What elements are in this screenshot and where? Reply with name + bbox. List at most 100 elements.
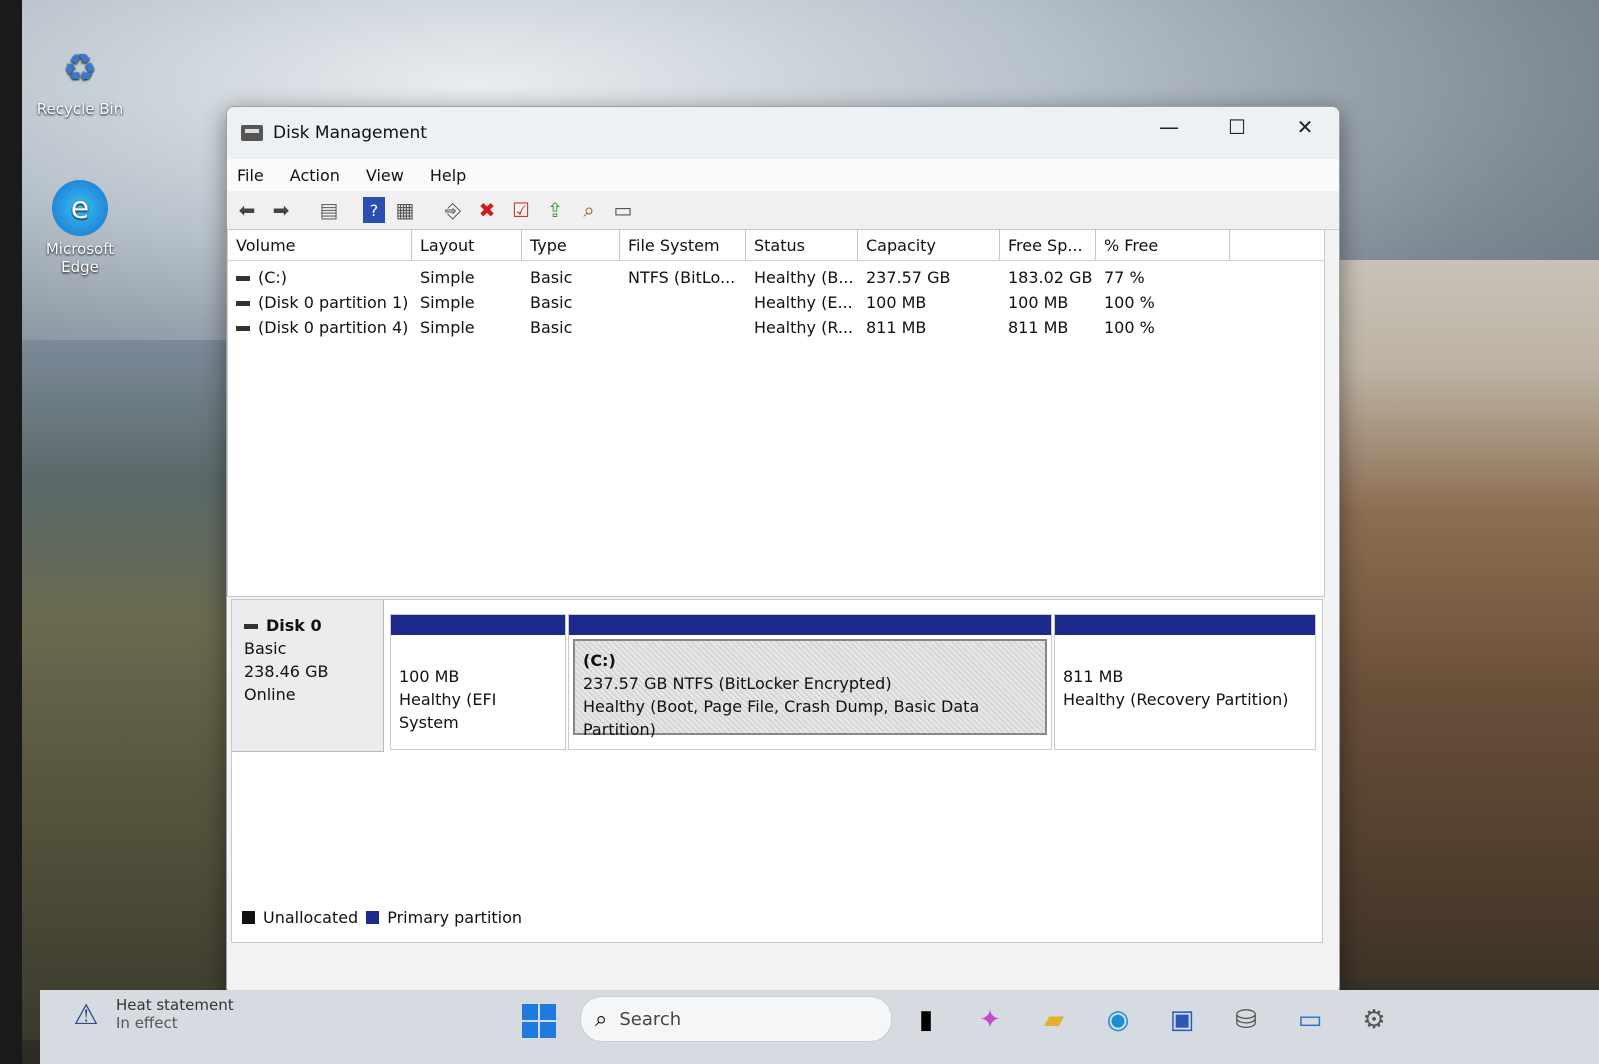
properties-view-icon[interactable]: ▦: [391, 197, 419, 223]
toolbar-separator: [349, 197, 357, 223]
disk-state: Online: [244, 685, 296, 704]
desktop-icon-edge[interactable]: e Microsoft Edge: [30, 180, 130, 276]
menu-action[interactable]: Action: [290, 166, 340, 185]
desktop-wallpaper-town: [1339, 260, 1599, 980]
legend-swatch-primary: [366, 911, 380, 924]
cell-percent-free: 77 %: [1104, 268, 1145, 287]
store-icon[interactable]: ▣: [1162, 1000, 1202, 1040]
menu-help[interactable]: Help: [430, 166, 466, 185]
weather-title: Heat statement: [116, 996, 234, 1014]
delete-icon[interactable]: ✖: [473, 197, 501, 223]
volume-list: Volume Layout Type File System Status Ca…: [227, 229, 1325, 597]
cell-capacity: 811 MB: [866, 318, 927, 337]
column-status[interactable]: Status: [746, 230, 858, 260]
weather-subtitle: In effect: [116, 1014, 178, 1032]
window-title: Disk Management: [273, 123, 427, 143]
partition-size: 237.57 GB NTFS (BitLocker Encrypted): [583, 674, 892, 693]
search-icon: ⌕: [595, 1006, 608, 1032]
menu-file[interactable]: File: [237, 166, 264, 185]
table-row[interactable]: (Disk 0 partition 4) Simple Basic Health…: [228, 315, 1324, 340]
toolbar: ⬅ ➡ ▤ ? ▦ ⎆ ✖ ☑ ⇪ ⌕ ▭: [227, 191, 1339, 230]
connect-icon[interactable]: ⎆: [439, 197, 467, 223]
volume-icon: [236, 276, 250, 281]
cell-volume: (Disk 0 partition 1): [258, 293, 409, 312]
volume-icon: [236, 301, 250, 306]
volume-list-header: Volume Layout Type File System Status Ca…: [228, 230, 1324, 261]
settings-icon[interactable]: ⚙: [1354, 1000, 1394, 1040]
partition-bar: [569, 615, 1051, 635]
cell-type: Basic: [530, 293, 573, 312]
column-free-space[interactable]: Free Sp...: [1000, 230, 1096, 260]
back-icon[interactable]: ⬅: [233, 197, 261, 223]
check-icon[interactable]: ☑: [507, 197, 535, 223]
partition-status: Healthy (EFI System: [399, 690, 497, 732]
recycle-bin-icon: ♻: [62, 46, 98, 90]
partition-status: Healthy (Recovery Partition): [1063, 690, 1289, 709]
legend: Unallocated Primary partition: [242, 908, 522, 927]
disk-size: 238.46 GB: [244, 662, 329, 681]
partition-size: 811 MB: [1063, 667, 1124, 686]
cell-layout: Simple: [420, 293, 475, 312]
maximize-button[interactable]: ☐: [1203, 107, 1271, 147]
cell-file-system: NTFS (BitLo...: [628, 268, 736, 287]
window-controls: — ☐ ✕: [1135, 107, 1339, 147]
taskbar-search[interactable]: ⌕ Search: [580, 996, 892, 1042]
desktop-icon-label: Recycle Bin: [36, 100, 124, 118]
disk-name: Disk 0: [266, 616, 322, 635]
legend-label: Unallocated: [263, 908, 359, 927]
cell-type: Basic: [530, 318, 573, 337]
column-percent-free[interactable]: % Free: [1096, 230, 1230, 260]
menu-bar: File Action View Help: [227, 159, 1339, 191]
list-icon[interactable]: ▭: [609, 197, 637, 223]
weather-widget[interactable]: ⚠ Heat statement In effect: [68, 996, 234, 1032]
cell-status: Healthy (B...: [754, 268, 854, 287]
title-bar[interactable]: Disk Management — ☐ ✕: [227, 107, 1339, 159]
desktop-icon-recycle-bin[interactable]: ♻ Recycle Bin: [30, 40, 130, 118]
cell-status: Healthy (E...: [754, 293, 853, 312]
close-button[interactable]: ✕: [1271, 107, 1339, 147]
edge-icon: e: [52, 180, 108, 236]
forward-icon[interactable]: ➡: [267, 197, 295, 223]
cell-percent-free: 100 %: [1104, 293, 1155, 312]
cell-free-space: 811 MB: [1008, 318, 1069, 337]
disk-management-window: Disk Management — ☐ ✕ File Action View H…: [226, 106, 1340, 992]
search-placeholder: Search: [619, 1008, 682, 1030]
cell-capacity: 100 MB: [866, 293, 927, 312]
task-view-icon[interactable]: ▮: [906, 1000, 946, 1040]
edge-taskbar-icon[interactable]: ◉: [1098, 1000, 1138, 1040]
start-button[interactable]: [522, 1004, 556, 1038]
column-capacity[interactable]: Capacity: [858, 230, 1000, 260]
cell-status: Healthy (R...: [754, 318, 854, 337]
volume-icon: [236, 326, 250, 331]
cell-volume: (Disk 0 partition 4): [258, 318, 409, 337]
monitor-icon[interactable]: ▭: [1290, 1000, 1330, 1040]
disk-management-taskbar-icon[interactable]: ⛁: [1226, 1000, 1266, 1040]
screen-bezel: [0, 0, 22, 1064]
column-volume[interactable]: Volume: [228, 230, 412, 260]
partition-recovery[interactable]: 811 MB Healthy (Recovery Partition): [1054, 614, 1316, 750]
partition-efi[interactable]: 100 MB Healthy (EFI System: [390, 614, 566, 750]
column-type[interactable]: Type: [522, 230, 620, 260]
column-file-system[interactable]: File System: [620, 230, 746, 260]
disk-label[interactable]: Disk 0 Basic 238.46 GB Online: [232, 600, 384, 752]
partition-bar: [1055, 615, 1315, 635]
copilot-icon[interactable]: ✦: [970, 1000, 1010, 1040]
console-tree-icon[interactable]: ▤: [315, 197, 343, 223]
import-icon[interactable]: ⇪: [541, 197, 569, 223]
table-row[interactable]: (Disk 0 partition 1) Simple Basic Health…: [228, 290, 1324, 315]
help-icon[interactable]: ?: [363, 197, 385, 223]
file-explorer-icon[interactable]: ▰: [1034, 1000, 1074, 1040]
windows-logo-pane: [540, 1004, 556, 1020]
windows-logo-pane: [540, 1022, 556, 1038]
minimize-button[interactable]: —: [1135, 107, 1203, 147]
table-row[interactable]: (C:) Simple Basic NTFS (BitLo... Healthy…: [228, 265, 1324, 290]
menu-view[interactable]: View: [366, 166, 404, 185]
cell-layout: Simple: [420, 268, 475, 287]
column-layout[interactable]: Layout: [412, 230, 522, 260]
rescan-icon[interactable]: ⌕: [575, 197, 603, 223]
disk-graphical-view: Disk 0 Basic 238.46 GB Online 100 MB Hea…: [231, 599, 1323, 943]
disk-management-icon: [241, 125, 263, 141]
weather-alert-icon: ⚠: [73, 997, 99, 1031]
partition-c[interactable]: (C:) 237.57 GB NTFS (BitLocker Encrypted…: [568, 614, 1052, 750]
cell-layout: Simple: [420, 318, 475, 337]
